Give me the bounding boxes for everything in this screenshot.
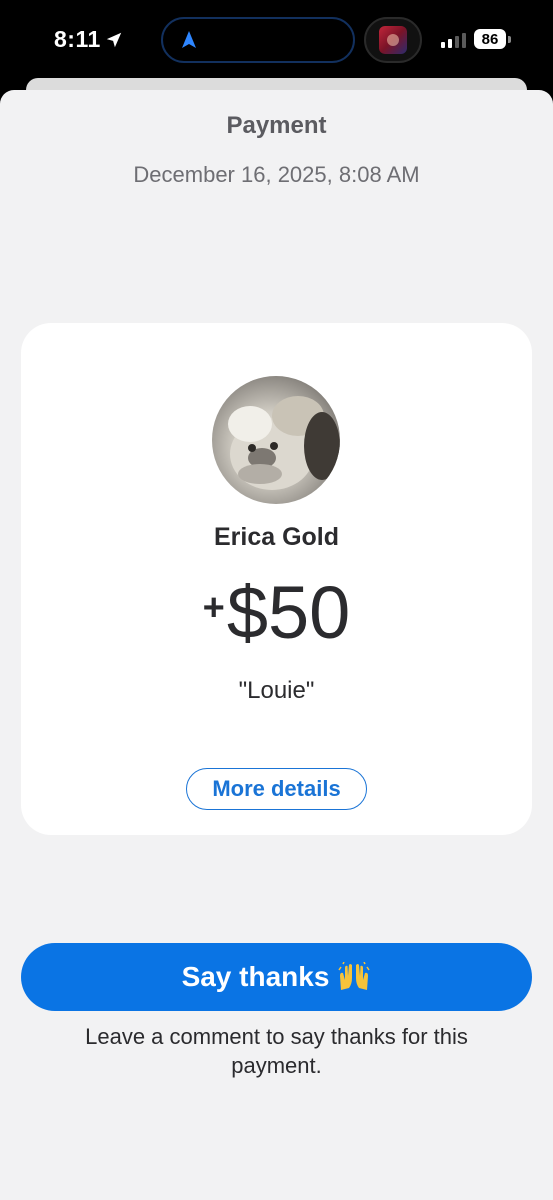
amount-value: $50 <box>226 571 351 654</box>
avatar[interactable] <box>212 376 340 504</box>
battery-nub <box>508 35 511 43</box>
sender-name: Erica Gold <box>213 523 340 551</box>
say-thanks-helper-text: Leave a comment to say thanks for this p… <box>85 1024 468 1078</box>
battery-indicator: 86 <box>474 29 511 49</box>
say-thanks-button[interactable]: Say thanks <box>21 943 532 1011</box>
media-live-activity[interactable] <box>364 17 422 63</box>
more-details-button[interactable]: More details <box>186 768 367 810</box>
album-art-thumbnail <box>379 26 407 54</box>
payment-note: "Louie" <box>238 677 315 704</box>
cellular-signal-icon <box>441 32 466 48</box>
dynamic-island[interactable] <box>161 17 355 63</box>
location-arrow-icon <box>106 32 121 47</box>
payment-card: Erica Gold + $50 "Louie" More details <box>21 323 532 835</box>
dog-photo-icon <box>228 396 340 490</box>
amount-sign: + <box>202 587 225 629</box>
status-time: 8:11 <box>54 26 123 53</box>
battery-level: 86 <box>474 29 506 49</box>
navigation-arrow-icon <box>182 31 196 48</box>
status-bar: 8:11 86 <box>0 0 553 90</box>
payment-amount: + $50 <box>21 573 532 653</box>
page-title: Payment <box>226 112 327 139</box>
status-time-text: 8:11 <box>54 26 101 52</box>
raising-hands-icon <box>338 962 371 990</box>
say-thanks-label: Say thanks <box>181 961 330 992</box>
payment-date: December 16, 2025, 8:08 AM <box>133 162 420 187</box>
